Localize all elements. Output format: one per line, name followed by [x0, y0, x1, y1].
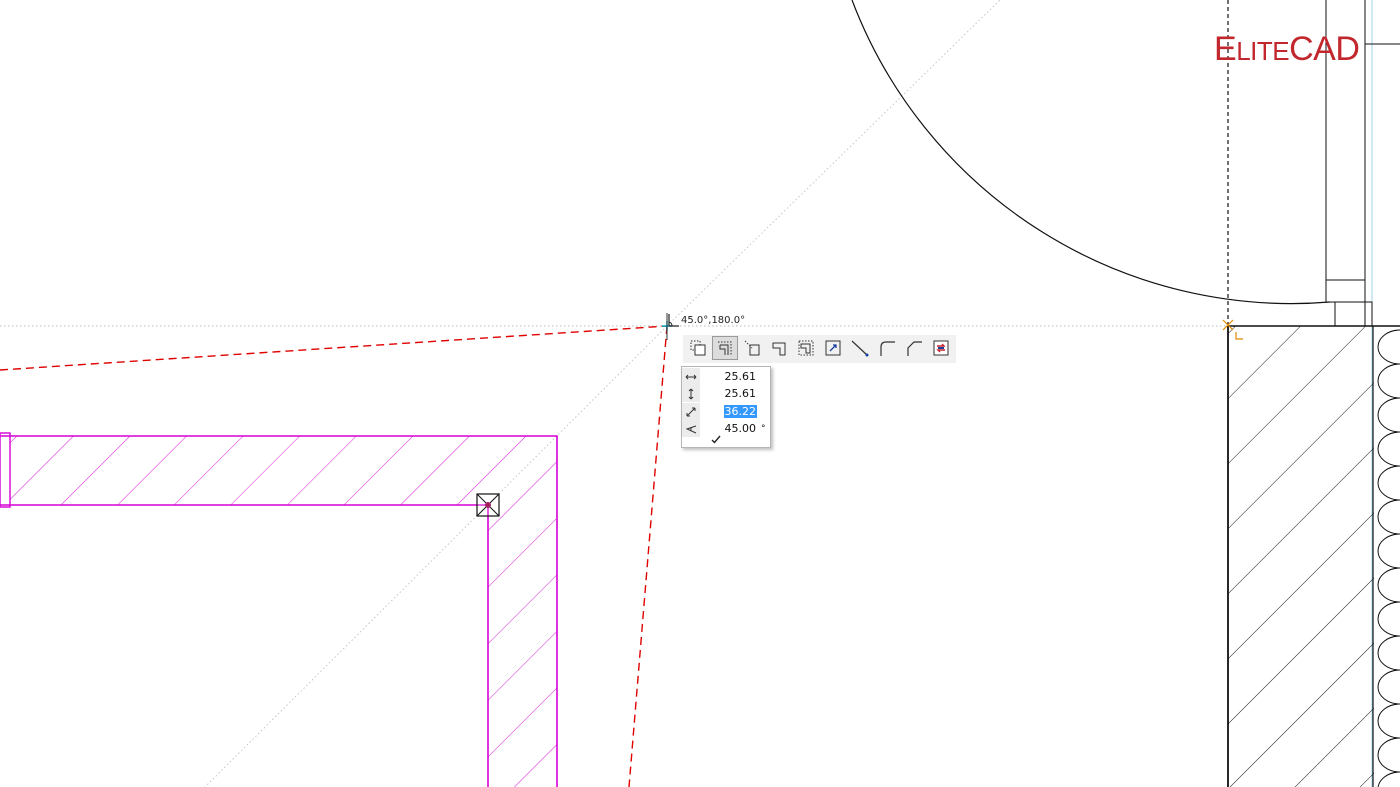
vertical-distance-icon — [682, 385, 700, 402]
corner-mode-3-icon — [744, 340, 760, 356]
corner-mode-5-icon — [798, 340, 814, 356]
toolbar-button-corner-3[interactable] — [739, 336, 765, 360]
diagonal-guide-line-upper — [666, 0, 1001, 327]
toolbar-button-corner-4[interactable] — [766, 336, 792, 360]
round-corner-icon — [880, 341, 895, 356]
logo-first-letter: E — [1214, 30, 1237, 68]
snap-angle-text: 45.0°,180.0° — [681, 314, 746, 326]
length-row: 36.22 — [682, 403, 770, 420]
toolbar-button-corner-1[interactable] — [685, 336, 711, 360]
toolbar-button-diagonal[interactable] — [847, 336, 873, 360]
logo-rest: CAD — [1289, 30, 1360, 68]
dy-value-field[interactable]: 25.61 — [724, 387, 757, 400]
magenta-wall-inner-outline[interactable] — [0, 504, 489, 787]
diagonal-line-icon — [851, 340, 869, 357]
horizontal-distance-icon — [682, 368, 700, 385]
elitecad-logo: ELITECAD — [1214, 30, 1360, 69]
door-post[interactable] — [1334, 301, 1373, 327]
toolbar-button-corner-2[interactable] — [712, 336, 738, 360]
corner-grip-icon[interactable] — [476, 493, 500, 517]
corner-mode-4-icon — [772, 342, 786, 356]
magenta-wall-end-cap[interactable] — [0, 432, 11, 508]
toolbar-button-bevel-corner[interactable] — [901, 336, 927, 360]
toolbar-button-round-corner[interactable] — [874, 336, 900, 360]
swap-icon — [933, 340, 949, 356]
snap-angle-readout: 45.0°,180.0° — [668, 313, 745, 327]
diagonal-guide-line-lower — [204, 325, 668, 787]
diagonal-length-icon — [682, 403, 700, 420]
dx-row: 25.61 — [682, 368, 770, 385]
dx-value-field[interactable]: 25.61 — [724, 370, 757, 383]
toolbar-button-corner-6[interactable] — [820, 336, 846, 360]
corner-mode-2-icon — [718, 341, 732, 355]
angle-row: 45.00 ° — [682, 420, 770, 437]
preview-line-left — [0, 325, 668, 371]
angle-unit: ° — [761, 423, 766, 434]
length-value-field[interactable]: 36.22 — [724, 405, 757, 418]
toolbar-button-corner-5[interactable] — [793, 336, 819, 360]
bevel-corner-icon — [907, 341, 922, 356]
magenta-wall-hatch — [10, 436, 557, 787]
right-wall-hatch — [1228, 326, 1374, 787]
angle-icon — [682, 420, 700, 437]
preview-line-down — [628, 325, 668, 787]
dimension-input-panel: 25.61 25.61 36.22 45.00 ° — [681, 366, 771, 448]
insulation-pattern — [1377, 329, 1400, 787]
corner-mode-6-icon — [825, 340, 841, 356]
angle-snap-icon — [668, 314, 679, 327]
angle-value-field[interactable]: 45.00 — [724, 422, 757, 435]
corner-mode-1-icon — [690, 340, 706, 356]
toolbar-button-swap[interactable] — [928, 336, 954, 360]
frame-piece[interactable] — [1325, 279, 1366, 303]
logo-small-part: LITE — [1236, 36, 1290, 66]
dy-row: 25.61 — [682, 385, 770, 402]
checkmark-icon[interactable] — [711, 434, 721, 444]
corner-mode-toolbar — [683, 335, 956, 363]
